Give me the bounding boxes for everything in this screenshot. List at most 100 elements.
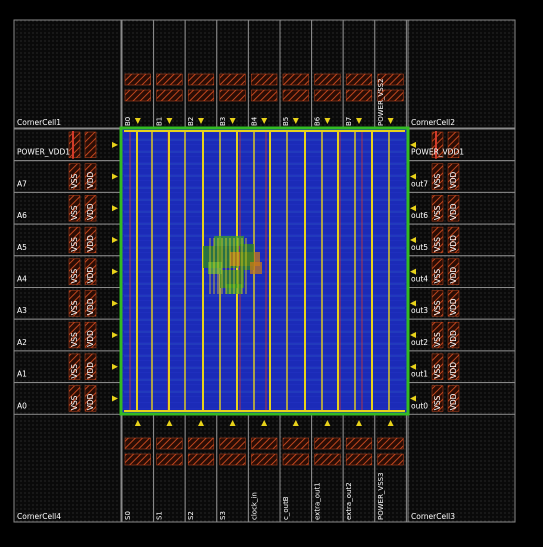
supply-label-vdd: VDD xyxy=(86,298,95,315)
pad-label-a2: A2 xyxy=(17,338,27,347)
pad-top-b0: B0 xyxy=(121,19,155,129)
supply-label-vdd: VDD xyxy=(449,298,458,315)
pad-label-out5: out5 xyxy=(411,243,428,252)
pad-left-a1: VSS VDD A1 xyxy=(13,350,122,384)
pad-top-b6: B6 xyxy=(311,19,344,129)
pad-label-a3: A3 xyxy=(17,306,27,315)
supply-label-vss: VSS xyxy=(70,332,79,347)
pad-top-b7: B7 xyxy=(342,19,376,129)
supply-label-vdd: VDD xyxy=(449,203,458,220)
pad-label-out1: out1 xyxy=(411,370,428,379)
supply-label-vdd: VDD xyxy=(449,393,458,410)
corner-label-bottom-right: CornerCell3 xyxy=(411,512,455,521)
pad-label-out3: out3 xyxy=(411,306,428,315)
supply-label-vdd: VDD xyxy=(449,171,458,188)
pad-left-a5: VSS VDD A5 xyxy=(13,223,122,257)
supply-label-vss: VSS xyxy=(70,300,79,315)
supply-label-vss: VSS xyxy=(70,269,79,284)
pad-label-out4: out4 xyxy=(411,275,428,284)
pad-top-b5: B5 xyxy=(279,19,313,129)
pad-bottom-s1: S1 xyxy=(153,413,186,523)
supply-label-vss: VSS xyxy=(70,205,79,220)
pad-left-a2: VSS VDD A2 xyxy=(13,318,122,352)
corner-label-top-right: CornerCell2 xyxy=(411,118,455,127)
pad-row-top: B0 B1 B2 B3 B4 B5 B6 B7 POWER_VSS2 xyxy=(121,19,407,129)
pad-label-a4: A4 xyxy=(17,275,27,284)
pad-right-out6: VSS VDD out6 xyxy=(407,191,516,225)
pad-right-out1: VSS VDD out1 xyxy=(407,350,516,384)
pad-label-out0: out0 xyxy=(411,401,428,410)
pad-label-b0: B0 xyxy=(124,117,132,126)
pad-bottom-s2: S2 xyxy=(184,413,218,523)
supply-label-vdd: VDD xyxy=(86,362,95,379)
supply-label-vss: VSS xyxy=(433,237,442,252)
pad-label-power-vdd1: POWER_VDD1 xyxy=(17,148,70,157)
pad-label-clock-in: clock_in xyxy=(250,492,258,520)
supply-label-vss: VSS xyxy=(433,269,442,284)
pad-label-c-outb: c_outB xyxy=(282,496,290,520)
pad-label-b2: B2 xyxy=(187,117,195,126)
corner-cell-top-left: CornerCell1 xyxy=(13,19,122,129)
corner-label-bottom-left: CornerCell4 xyxy=(17,512,61,521)
pad-top-b4: B4 xyxy=(247,19,281,129)
pad-label-b1: B1 xyxy=(156,117,164,126)
supply-label-vss: VSS xyxy=(70,395,79,410)
corner-cell-top-right: CornerCell2 xyxy=(407,19,516,129)
pad-left-a6: VSS VDD A6 xyxy=(13,191,122,225)
pad-left-a7: VSS VDD A7 xyxy=(13,160,122,193)
supply-label-vdd: VDD xyxy=(449,330,458,347)
pad-label-a1: A1 xyxy=(17,370,27,379)
supply-label-vss: VSS xyxy=(433,300,442,315)
pad-top-power-vss2: POWER_VSS2 xyxy=(374,19,407,129)
pad-label-s3: S3 xyxy=(219,511,227,520)
pad-label-b3: B3 xyxy=(219,117,227,126)
pad-label-s2: S2 xyxy=(187,511,195,520)
pad-label-a0: A0 xyxy=(17,401,27,410)
standard-cell xyxy=(214,236,244,246)
supply-label-vss: VSS xyxy=(433,364,442,379)
pad-bottom-c-outb: c_outB xyxy=(279,413,313,523)
pad-label-power-vss3: POWER_VSS3 xyxy=(377,472,385,520)
supply-label-vss: VSS xyxy=(433,332,442,347)
supply-label-vss: VSS xyxy=(70,174,79,189)
pad-bottom-extra-out2: extra_out2 xyxy=(342,413,376,523)
pad-label-out2: out2 xyxy=(411,338,428,347)
pad-left-power-vdd1: POWER_VDD1 xyxy=(13,128,122,162)
supply-label-vdd: VDD xyxy=(449,235,458,252)
pad-label-power-vdd1: POWER_VDD1 xyxy=(411,148,464,157)
pad-left-a0: VSS VDD A0 xyxy=(13,382,122,415)
pad-label-b4: B4 xyxy=(250,116,258,126)
pad-label-a6: A6 xyxy=(17,211,27,220)
pad-left-a3: VSS VDD A3 xyxy=(13,287,122,320)
chip-layout-view: CornerCell1 CornerCell2 CornerCell4 Corn… xyxy=(0,0,543,543)
pad-label-b7: B7 xyxy=(345,117,353,126)
pad-right-out4: VSS VDD out4 xyxy=(407,255,516,289)
core-area xyxy=(119,126,410,416)
supply-label-vss: VSS xyxy=(433,205,442,220)
pad-left-a4: VSS VDD A4 xyxy=(13,255,122,289)
pad-label-b6: B6 xyxy=(314,116,322,126)
supply-label-vss: VSS xyxy=(433,174,442,189)
pad-right-out0: VSS VDD out0 xyxy=(407,382,516,415)
pad-bottom-extra-out1: extra_out1 xyxy=(311,413,344,523)
pad-label-s0: S0 xyxy=(124,511,132,520)
pad-top-b2: B2 xyxy=(184,19,218,129)
pad-right-out5: VSS VDD out5 xyxy=(407,223,516,257)
pad-right-out3: VSS VDD out3 xyxy=(407,287,516,320)
pad-right-out7: VSS VDD out7 xyxy=(407,160,516,193)
pad-top-b3: B3 xyxy=(216,19,249,129)
supply-label-vss: VSS xyxy=(433,395,442,410)
pad-label-extra-out2: extra_out2 xyxy=(345,482,353,520)
supply-label-vdd: VDD xyxy=(86,393,95,410)
supply-label-vdd: VDD xyxy=(86,171,95,188)
pad-label-out6: out6 xyxy=(411,211,428,220)
pad-right-out2: VSS VDD out2 xyxy=(407,318,516,352)
pad-label-a7: A7 xyxy=(17,179,27,188)
supply-label-vss: VSS xyxy=(70,364,79,379)
pad-bottom-clock-in: clock_in xyxy=(247,413,281,523)
supply-label-vdd: VDD xyxy=(449,362,458,379)
pad-top-b1: B1 xyxy=(153,19,186,129)
pad-label-power-vss2: POWER_VSS2 xyxy=(377,78,385,126)
pad-row-bottom: S0 S1 S2 S3 clock_in c_outB extra_out1 extra_ou… xyxy=(121,413,407,523)
supply-label-vdd: VDD xyxy=(86,330,95,347)
